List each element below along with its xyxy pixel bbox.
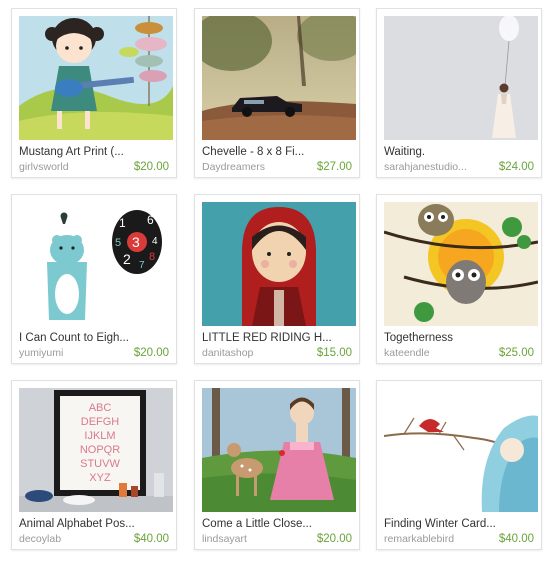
listing-price: $40.00 xyxy=(133,533,169,545)
counting-digit: 5 xyxy=(115,237,121,249)
listing-price: $20.00 xyxy=(133,347,169,359)
listing-image[interactable] xyxy=(384,388,538,512)
listing-title[interactable]: LITTLE RED RIDING H... xyxy=(202,331,354,345)
poster-letters: DEFGH xyxy=(81,416,120,428)
listing-title[interactable]: Finding Winter Card... xyxy=(384,517,536,531)
listing-image[interactable] xyxy=(384,16,538,140)
listing-title[interactable]: Chevelle - 8 x 8 Fi... xyxy=(202,145,354,159)
poster-letters: NOPQR xyxy=(80,444,120,456)
listing-card[interactable]: 1 6 3 5 2 8 4 7 I Can Count to Eigh... y… xyxy=(11,194,177,364)
listing-shop[interactable]: decoylab xyxy=(19,533,61,546)
listing-title[interactable]: Come a Little Close... xyxy=(202,517,354,531)
listing-image[interactable] xyxy=(202,388,356,512)
listing-title[interactable]: I Can Count to Eigh... xyxy=(19,331,171,345)
listing-shop[interactable]: lindsayart xyxy=(202,533,247,546)
listing-image[interactable] xyxy=(202,202,356,326)
listing-title[interactable]: Mustang Art Print (... xyxy=(19,145,171,159)
listing-image[interactable]: ABC DEFGH IJKLM NOPQR STUVW XYZ xyxy=(19,388,173,512)
listing-card[interactable]: Come a Little Close... lindsayart $20.00 xyxy=(194,380,360,550)
listing-shop[interactable]: danitashop xyxy=(202,347,253,360)
counting-digit: 1 xyxy=(119,216,126,230)
listing-price: $20.00 xyxy=(133,161,169,173)
counting-digit: 4 xyxy=(152,236,158,247)
listing-shop[interactable]: sarahjanestudio... xyxy=(384,161,467,174)
listing-image[interactable] xyxy=(19,16,173,140)
poster-letters: IJKLM xyxy=(84,430,115,442)
poster-letters: ABC xyxy=(89,402,112,414)
listing-card[interactable]: Finding Winter Card... remarkablebird $4… xyxy=(376,380,542,550)
listing-shop[interactable]: Daydreamers xyxy=(202,161,265,174)
listing-title[interactable]: Togetherness xyxy=(384,331,536,345)
listing-price: $15.00 xyxy=(316,347,352,359)
listing-shop[interactable]: yumiyumi xyxy=(19,347,63,360)
listing-price: $27.00 xyxy=(316,161,352,173)
listing-card[interactable]: Togetherness kateendle $25.00 xyxy=(376,194,542,364)
listing-title[interactable]: Animal Alphabet Pos... xyxy=(19,517,171,531)
listing-card[interactable]: LITTLE RED RIDING H... danitashop $15.00 xyxy=(194,194,360,364)
counting-digit: 8 xyxy=(149,251,155,263)
listing-price: $25.00 xyxy=(498,347,534,359)
listing-card[interactable]: ABC DEFGH IJKLM NOPQR STUVW XYZ Animal A… xyxy=(11,380,177,550)
counting-digit: 6 xyxy=(147,213,154,227)
counting-digit: 3 xyxy=(132,234,140,250)
listing-card[interactable]: Chevelle - 8 x 8 Fi... Daydreamers $27.0… xyxy=(194,8,360,178)
listing-shop[interactable]: remarkablebird xyxy=(384,533,454,546)
listing-price: $20.00 xyxy=(316,533,352,545)
counting-digit: 2 xyxy=(123,251,131,267)
listing-title[interactable]: Waiting. xyxy=(384,145,536,159)
listing-shop[interactable]: girlvsworld xyxy=(19,161,69,174)
listing-card[interactable]: Mustang Art Print (... girlvsworld $20.0… xyxy=(11,8,177,178)
listing-price: $40.00 xyxy=(498,533,534,545)
poster-letters: STUVW xyxy=(80,458,120,470)
listing-image[interactable] xyxy=(202,16,356,140)
listing-card[interactable]: Waiting. sarahjanestudio... $24.00 xyxy=(376,8,542,178)
counting-digit: 7 xyxy=(139,260,145,271)
listing-price: $24.00 xyxy=(498,161,534,173)
listing-image[interactable] xyxy=(384,202,538,326)
poster-letters: XYZ xyxy=(89,472,111,484)
listing-shop[interactable]: kateendle xyxy=(384,347,430,360)
listing-image[interactable]: 1 6 3 5 2 8 4 7 xyxy=(19,202,173,326)
